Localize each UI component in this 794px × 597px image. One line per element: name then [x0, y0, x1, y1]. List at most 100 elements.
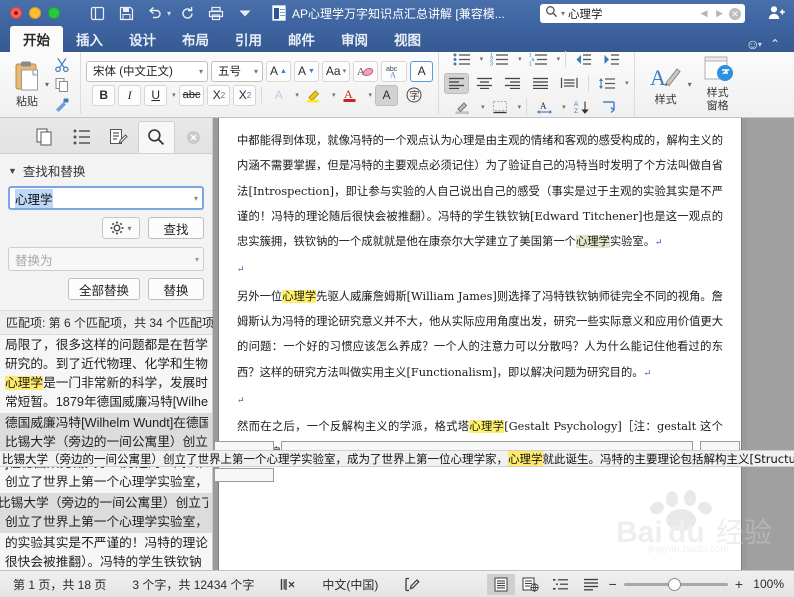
- search-input[interactable]: 心理学: [568, 6, 698, 22]
- close-pane-icon[interactable]: [175, 121, 212, 153]
- minimize-window-button[interactable]: [29, 7, 41, 19]
- tab-home[interactable]: 开始: [10, 26, 63, 52]
- tab-mailings[interactable]: 邮件: [275, 26, 328, 52]
- bullet-list-icon[interactable]: [449, 49, 475, 70]
- document-page[interactable]: 中都能得到体现，就像冯特的一个观点认为心理是由主观的情绪和客观的感受构成的，解构…: [219, 118, 741, 570]
- track-changes-icon[interactable]: [391, 577, 433, 592]
- change-case-caret-icon[interactable]: ▾: [343, 67, 347, 75]
- zoom-control[interactable]: − + 100%: [605, 576, 794, 592]
- pane-tab-search-icon[interactable]: [137, 121, 175, 153]
- zoom-slider-handle[interactable]: [667, 577, 681, 591]
- strikethrough-button[interactable]: abc: [178, 84, 205, 106]
- page-indicator[interactable]: 第 1 页，共 18 页: [0, 576, 119, 593]
- proofing-icon[interactable]: [267, 577, 309, 592]
- close-window-button[interactable]: [10, 7, 22, 19]
- multilevel-list-icon[interactable]: 1a1: [525, 49, 552, 70]
- line-spacing-caret-icon[interactable]: ▾: [625, 79, 629, 87]
- underline-button[interactable]: U: [144, 84, 168, 106]
- print-layout-icon[interactable]: [486, 573, 515, 595]
- search-dropdown-caret-icon[interactable]: ▾: [561, 9, 565, 18]
- sort-icon[interactable]: AZ: [569, 97, 594, 118]
- text-outline-caret-icon[interactable]: ▾: [295, 91, 299, 99]
- window-controls[interactable]: [10, 7, 60, 19]
- highlight-caret-icon[interactable]: ▾: [332, 91, 336, 99]
- layout-icon[interactable]: [84, 2, 110, 24]
- font-family-caret-icon[interactable]: ▾: [199, 67, 203, 76]
- tab-insert[interactable]: 插入: [63, 26, 116, 52]
- pane-tab-review-icon[interactable]: [100, 121, 137, 153]
- clear-search-icon[interactable]: ✕: [729, 7, 741, 20]
- change-case-button[interactable]: Aa ▾: [321, 60, 351, 82]
- borders-caret-icon[interactable]: ▾: [518, 103, 522, 111]
- distribute-icon[interactable]: [556, 73, 583, 94]
- customize-quick-access-icon[interactable]: [232, 2, 258, 24]
- align-right-icon[interactable]: [500, 73, 525, 94]
- list-item[interactable]: 局限了，很多这样的问题都是在哲学层面 研究的。到了近代物理、化学和生物等基 心理…: [0, 335, 212, 413]
- superscript-button[interactable]: X2: [233, 84, 257, 106]
- ribbon-tab-right-controls[interactable]: ☺ ▾ ⌃: [746, 36, 794, 52]
- grow-font-button[interactable]: A ▲: [266, 60, 291, 82]
- character-shading-button[interactable]: A: [374, 84, 398, 106]
- bold-button[interactable]: B: [92, 84, 116, 106]
- pane-tab-outline-icon[interactable]: [63, 121, 100, 153]
- multilevel-list-caret-icon[interactable]: ▾: [557, 55, 561, 63]
- styles-pane-button[interactable]: 样式 窗格: [692, 54, 744, 116]
- tab-references[interactable]: 引用: [222, 26, 275, 52]
- tab-design[interactable]: 设计: [116, 26, 169, 52]
- find-button[interactable]: 查找: [148, 217, 204, 239]
- find-replace-header[interactable]: ▼ 查找和替换: [0, 154, 212, 185]
- clear-formatting-button[interactable]: A: [353, 60, 379, 82]
- tab-review[interactable]: 审阅: [328, 26, 381, 52]
- search-icon[interactable]: [545, 5, 558, 23]
- justify-icon[interactable]: [528, 73, 553, 94]
- search-prev-next-icons[interactable]: ◀ ▶: [701, 8, 726, 19]
- character-spacing-caret-icon[interactable]: ▾: [562, 103, 566, 111]
- collapse-triangle-icon[interactable]: ▼: [8, 166, 17, 176]
- language-indicator[interactable]: 中文(中国): [309, 576, 391, 593]
- increase-indent-icon[interactable]: [599, 49, 624, 70]
- web-layout-icon[interactable]: [517, 574, 545, 595]
- document-text[interactable]: 中都能得到体现，就像冯特的一个观点认为心理是由主观的情绪和客观的感受构成的，解构…: [219, 118, 741, 465]
- shading-caret-icon[interactable]: ▾: [481, 103, 485, 111]
- borders-icon[interactable]: [488, 97, 513, 118]
- find-input[interactable]: 心理学 ▾: [8, 186, 204, 210]
- replace-input[interactable]: 替换为 ▾: [8, 247, 204, 271]
- pane-tab-strip[interactable]: [0, 118, 212, 154]
- smiley-dropdown-caret-icon[interactable]: ▾: [758, 40, 762, 49]
- word-count[interactable]: 3 个字，共 12434 个字: [119, 576, 267, 593]
- font-color-caret-icon[interactable]: ▾: [368, 91, 372, 99]
- text-outline-button[interactable]: A: [267, 85, 290, 106]
- styles-button[interactable]: A 样式: [640, 54, 692, 116]
- paste-button[interactable]: 粘贴: [5, 54, 49, 116]
- decrease-indent-icon[interactable]: [571, 49, 596, 70]
- find-options-button[interactable]: ▾: [102, 217, 140, 239]
- character-border-button[interactable]: 字: [401, 85, 427, 106]
- outline-view-icon[interactable]: [547, 574, 575, 595]
- search-box[interactable]: ▾ 心理学 ◀ ▶ ✕: [540, 4, 745, 23]
- pane-tab-pages-icon[interactable]: [26, 121, 63, 153]
- font-size-combo[interactable]: 五号 ▾: [211, 60, 264, 82]
- numbered-list-icon[interactable]: 123: [486, 49, 513, 70]
- zoom-slider[interactable]: [623, 577, 728, 591]
- shading-icon[interactable]: [451, 97, 476, 118]
- format-painter-icon[interactable]: [51, 96, 73, 114]
- font-color-button[interactable]: A: [338, 85, 363, 106]
- zoom-out-button[interactable]: −: [609, 576, 617, 592]
- font-size-caret-icon[interactable]: ▾: [254, 67, 258, 76]
- align-left-icon[interactable]: [444, 72, 470, 94]
- subscript-button[interactable]: X2: [207, 84, 231, 106]
- find-options-caret-icon[interactable]: ▾: [127, 224, 131, 233]
- highlight-color-button[interactable]: [302, 85, 327, 106]
- numbered-list-caret-icon[interactable]: ▾: [518, 55, 522, 63]
- replace-history-caret-icon[interactable]: ▾: [195, 255, 199, 264]
- line-spacing-icon[interactable]: [594, 73, 620, 94]
- shrink-font-button[interactable]: A ▼: [293, 60, 319, 82]
- view-buttons[interactable]: [486, 573, 605, 595]
- replace-button[interactable]: 替换: [148, 278, 204, 300]
- list-item[interactable]: 比锡大学（旁边的一间公寓里）创立了世界上 创立了世界上第一个心理学实验室，成为: [0, 493, 212, 533]
- ribbon-tab-bar[interactable]: 开始 插入 设计 布局 引用 邮件 审阅 视图 ☺ ▾ ⌃: [0, 26, 794, 52]
- align-center-icon[interactable]: [472, 73, 497, 94]
- scissors-icon[interactable]: [51, 56, 73, 74]
- undo-dropdown-caret-icon[interactable]: ▾: [167, 9, 171, 18]
- show-marks-icon[interactable]: [597, 97, 622, 118]
